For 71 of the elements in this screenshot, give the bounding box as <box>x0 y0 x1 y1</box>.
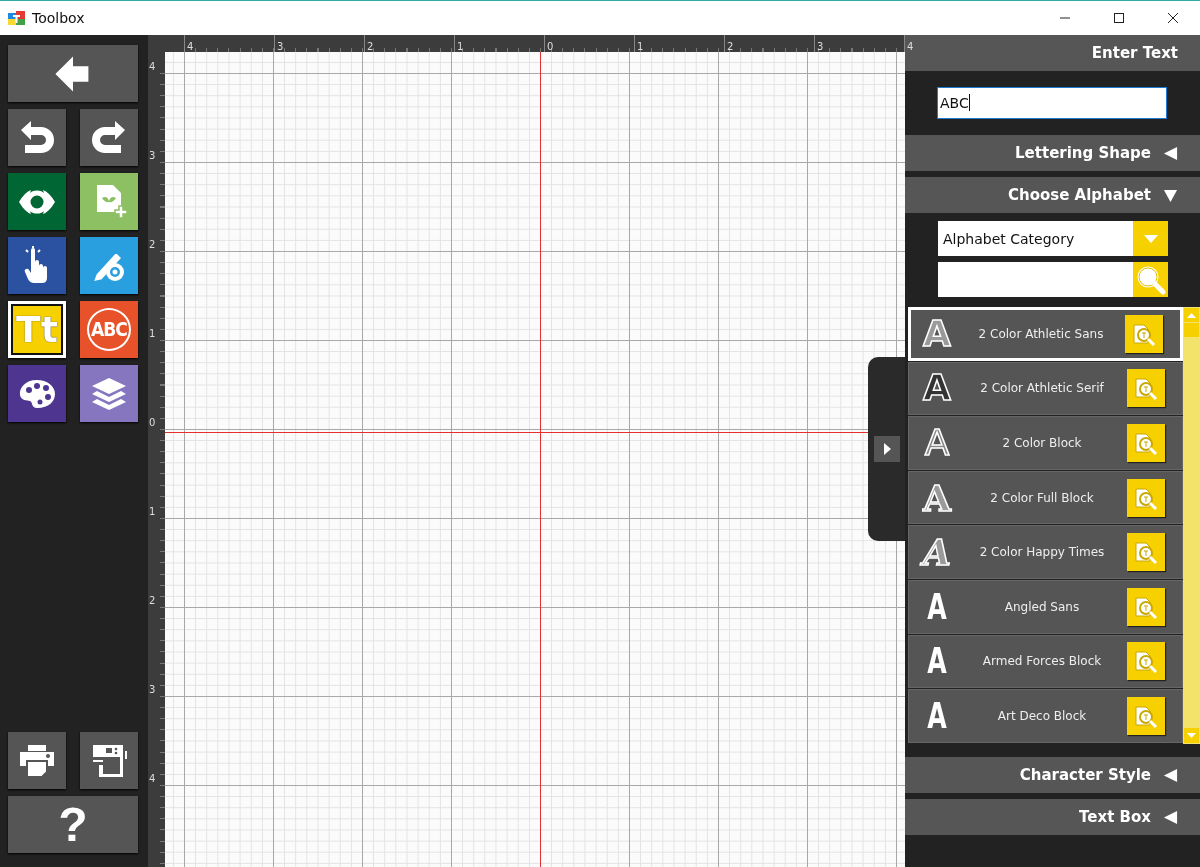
letter-preview: A <box>926 697 948 734</box>
section-header[interactable]: Lettering Shape <box>905 135 1200 171</box>
ruler-label: 0 <box>547 41 554 52</box>
ruler-label: 4 <box>907 41 914 52</box>
dropdown-caret-icon <box>1143 234 1158 243</box>
select-button[interactable] <box>8 237 66 294</box>
back-arrow-button[interactable] <box>8 45 138 102</box>
letter-preview: A <box>922 315 952 352</box>
ruler-label: 1 <box>149 506 157 518</box>
preview-button[interactable] <box>1127 369 1165 408</box>
sewing-machine-button[interactable] <box>80 732 138 789</box>
preview-button[interactable] <box>1127 696 1165 735</box>
search-field[interactable] <box>938 262 1133 297</box>
alphabet-list-item[interactable]: A Angled Sans <box>908 579 1183 634</box>
ruler-label: 0 <box>149 417 157 429</box>
ruler-label: 1 <box>637 41 644 52</box>
section-header[interactable]: Text Box <box>905 799 1200 835</box>
scrollbar[interactable] <box>1183 307 1200 744</box>
preview-button[interactable] <box>1127 478 1165 517</box>
alphabet-list-item[interactable]: A 2 Color Happy Times <box>908 525 1183 579</box>
letter-preview: A <box>926 588 948 625</box>
alphabet-list-item[interactable]: A Art Deco Block <box>908 689 1183 743</box>
ruler-label: 3 <box>149 684 157 696</box>
window-title: Toolbox <box>32 10 85 26</box>
alphabet-list-item[interactable]: A 2 Color Athletic Sans <box>908 307 1183 361</box>
color-palette-button[interactable] <box>8 365 66 422</box>
letter-preview: A <box>923 425 951 461</box>
close-icon[interactable] <box>1168 13 1178 23</box>
ruler-label: 4 <box>187 41 194 52</box>
undo-button[interactable] <box>8 109 66 166</box>
letter-preview: A <box>921 479 953 516</box>
letter-preview: A <box>922 370 952 407</box>
triangle-icon <box>1163 145 1178 161</box>
ruler-label: 3 <box>817 41 824 52</box>
ruler-label: 3 <box>277 41 284 52</box>
maximize-icon[interactable] <box>1114 13 1124 23</box>
text-input-field[interactable]: ABC <box>937 86 1167 119</box>
category-dropdown[interactable]: Alphabet Category <box>938 221 1168 256</box>
ruler-label: 4 <box>149 773 157 785</box>
view-button[interactable] <box>8 173 66 230</box>
section-header[interactable]: Character Style <box>905 757 1200 793</box>
layers-button[interactable] <box>80 365 138 422</box>
help-button[interactable]: ? <box>8 796 138 853</box>
alphabet-list-item[interactable]: A 2 Color Athletic Serif <box>908 361 1183 416</box>
ruler-label: 2 <box>367 41 374 52</box>
ruler-label: 4 <box>149 61 157 73</box>
preview-button[interactable] <box>1127 642 1165 681</box>
letter-preview: A <box>917 534 957 571</box>
preview-button[interactable] <box>1127 533 1165 572</box>
search-icon <box>1135 264 1166 295</box>
preview-button[interactable] <box>1127 587 1165 626</box>
letter-preview: A <box>926 643 948 680</box>
alphabet-list-item[interactable]: A 2 Color Full Block <box>908 470 1183 525</box>
edit-button[interactable] <box>80 237 138 294</box>
triangle-icon <box>1163 187 1178 203</box>
print-button[interactable] <box>8 732 66 789</box>
preview-button[interactable] <box>1125 314 1163 353</box>
ruler-label: 2 <box>727 41 734 52</box>
app-logo-icon <box>8 10 26 26</box>
redo-button[interactable] <box>80 109 138 166</box>
monogram-button[interactable]: ABC <box>80 301 138 358</box>
ruler-label: 2 <box>149 595 157 607</box>
ruler-label: 2 <box>149 239 157 251</box>
alphabet-list-item[interactable]: A Armed Forces Block <box>908 634 1183 689</box>
triangle-icon <box>1163 767 1178 783</box>
ruler-label: 1 <box>457 41 464 52</box>
ruler-label: 3 <box>149 150 157 162</box>
triangle-icon <box>1163 809 1178 825</box>
alphabet-list-item[interactable]: A 2 Color Block <box>908 416 1183 470</box>
ruler-label: 1 <box>149 328 157 340</box>
section-header[interactable]: Choose Alphabet <box>905 177 1200 213</box>
